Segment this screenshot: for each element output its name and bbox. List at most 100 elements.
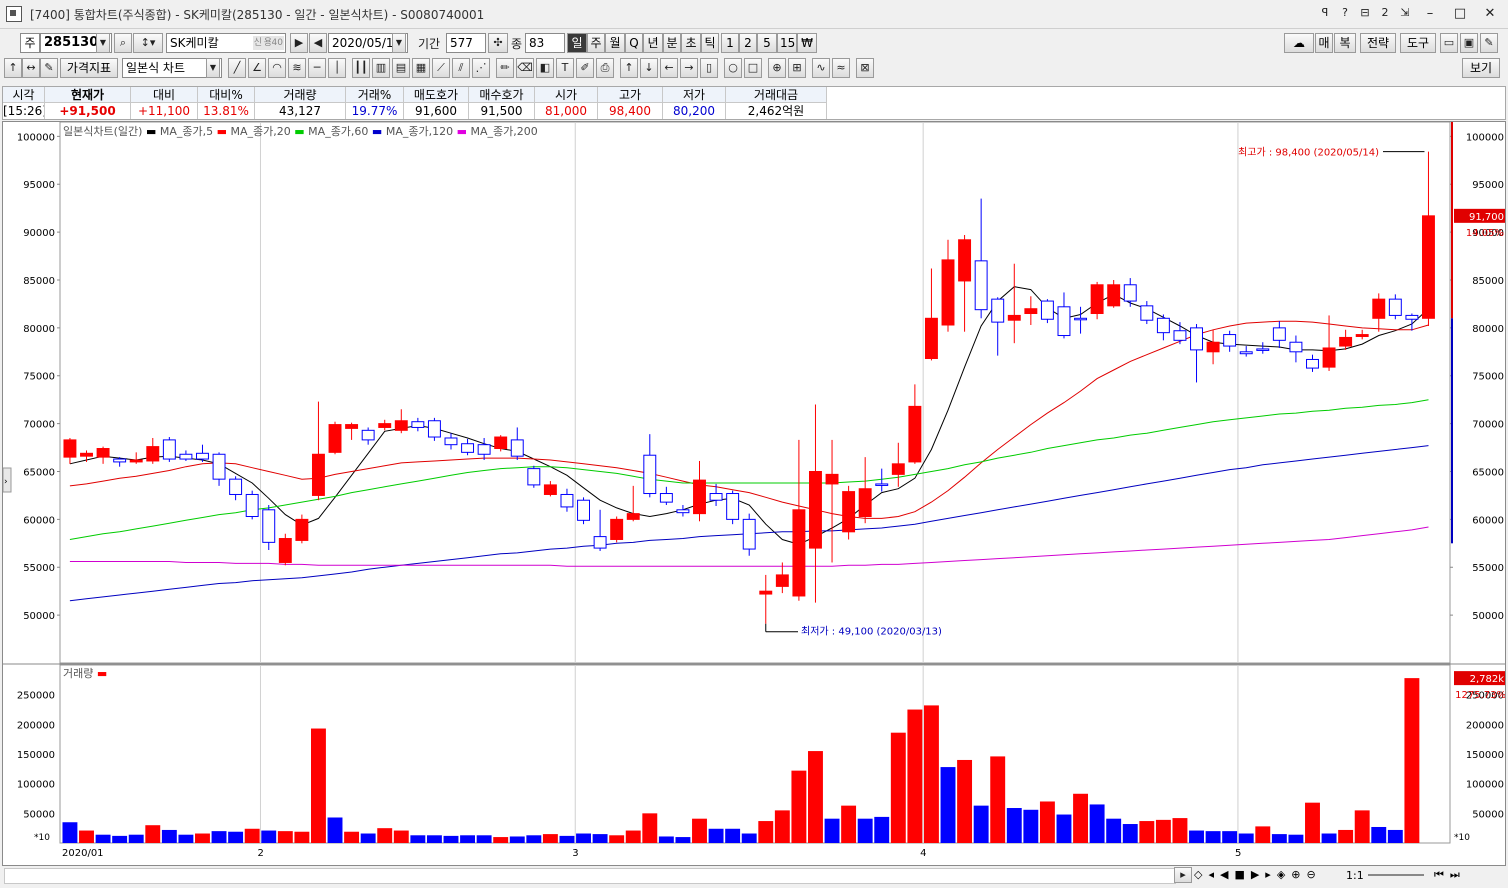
volume-bar (344, 831, 360, 843)
angle-line-icon[interactable]: ∠ (248, 58, 266, 78)
fibo-icon[interactable]: ▤ (392, 58, 410, 78)
vol-tick-label-right: 200000 (1466, 720, 1504, 731)
volume-bar (211, 831, 227, 843)
prev-arrow-icon[interactable]: ◀ (309, 33, 327, 53)
quote-header-6: 매도호가 (404, 87, 469, 103)
tools-button[interactable]: 도구 (1400, 33, 1436, 53)
compound-button[interactable]: 복 (1334, 33, 1356, 53)
volume-bar (178, 834, 194, 843)
market-prefix[interactable]: 주 (20, 33, 40, 53)
y-tick-label-left: 90000 (23, 228, 55, 239)
regression-icon[interactable]: ⟋ (432, 58, 450, 78)
settings-wrench-icon[interactable]: ✎ (1480, 33, 1498, 53)
sort-dropdown-icon[interactable]: ↕▾ (133, 33, 163, 53)
window-option-icon[interactable]: ⇲ (1396, 4, 1414, 22)
interval-tab-9[interactable]: 2 (739, 33, 757, 53)
text-icon[interactable]: T (556, 58, 574, 78)
gann-icon[interactable]: ⋰ (472, 58, 490, 78)
circle-icon[interactable]: ○ (724, 58, 742, 78)
interval-tab-2[interactable]: 월 (605, 33, 625, 53)
page-icon[interactable]: ▯ (700, 58, 718, 78)
pattern-icon[interactable]: ∿ (812, 58, 830, 78)
interval-tab-3[interactable]: Q (625, 33, 643, 53)
horizontal-line-icon[interactable]: ─ (308, 58, 326, 78)
close-button[interactable]: ✕ (1476, 4, 1504, 26)
cloud-icon[interactable]: ☁ (1284, 33, 1314, 53)
playback-controls[interactable]: ◇◂◀■▶▸◈⊕⊖ (1194, 868, 1322, 881)
pencil-icon[interactable]: ✏ (496, 58, 514, 78)
note-icon[interactable]: ✐ (576, 58, 594, 78)
help-icon[interactable]: ? (1336, 4, 1354, 22)
period-input[interactable]: 577 (446, 33, 486, 53)
interval-tab-5[interactable]: 분 (663, 33, 681, 53)
cycle-lines-icon[interactable]: ┃┃ (352, 58, 370, 78)
vol-tick-label-left: 100000 (17, 780, 55, 791)
arc-icon[interactable]: ◠ (268, 58, 286, 78)
fan-icon[interactable]: ≋ (288, 58, 306, 78)
maximize-button[interactable]: □ (1446, 4, 1474, 26)
help-link-icon[interactable]: ꟼ (1316, 4, 1334, 22)
x-tick-label: 4 (920, 848, 926, 859)
right-icon[interactable]: → (680, 58, 698, 78)
scroll-end-controls[interactable]: ⏮⏭ (1434, 868, 1466, 882)
close-tool-icon[interactable]: ⊠ (856, 58, 874, 78)
window-link-icon[interactable]: ⊟ (1356, 4, 1374, 22)
zoom-slider[interactable] (1368, 874, 1424, 876)
interval-tab-10[interactable]: 5 (757, 33, 777, 53)
up-icon[interactable]: ↑ (620, 58, 638, 78)
window-number-icon[interactable]: 2 (1376, 4, 1394, 22)
chart-type-dropdown-icon[interactable]: ▼ (206, 58, 220, 78)
save-icon[interactable]: ▣ (1460, 33, 1478, 53)
candle-body (974, 260, 988, 311)
minimize-button[interactable]: – (1416, 4, 1444, 26)
vertical-line-icon[interactable]: │ (328, 58, 346, 78)
vol-tick-label-right: 100000 (1466, 780, 1504, 791)
left-icon[interactable]: ← (660, 58, 678, 78)
interval-tab-1[interactable]: 주 (587, 33, 605, 53)
indicator-button[interactable]: 가격지표 (60, 58, 118, 78)
volume-bar (957, 759, 973, 843)
interval-tab-12[interactable]: ₩ (797, 33, 817, 53)
parallel-icon[interactable]: ⫽ (452, 58, 470, 78)
date-dropdown-icon[interactable]: ▼ (392, 33, 406, 53)
edit-icon[interactable]: ✎ (40, 58, 58, 78)
trend-line-icon[interactable]: ╱ (228, 58, 246, 78)
titlebar-buttons: ꟼ ? ⊟ 2 ⇲ – □ ✕ (1316, 4, 1504, 26)
grid-lines-icon[interactable]: ▥ (372, 58, 390, 78)
color-icon[interactable]: ◧ (536, 58, 554, 78)
interval-tab-6[interactable]: 초 (681, 33, 701, 53)
rect-icon[interactable]: □ (744, 58, 762, 78)
scroll-right-icon[interactable]: ▸ (1174, 867, 1192, 883)
eraser-icon[interactable]: ⌫ (516, 58, 534, 78)
open-folder-icon[interactable]: ▭ (1440, 33, 1458, 53)
interval-tab-11[interactable]: 15 (777, 33, 797, 53)
next-arrow-icon[interactable]: ▶ (290, 33, 308, 53)
export-icon[interactable]: ⎙ (596, 58, 614, 78)
strategy-button[interactable]: 전략 (1360, 33, 1396, 53)
horizontal-scrollbar[interactable] (4, 868, 1176, 884)
zoom-icon[interactable]: ⊕ (768, 58, 786, 78)
trade-button[interactable]: 매 (1315, 33, 1333, 53)
expand-icon[interactable]: ↔ (22, 58, 40, 78)
down-icon[interactable]: ↓ (640, 58, 658, 78)
interval-tab-0[interactable]: 일 (567, 33, 587, 53)
y-tick-label-left: 85000 (23, 276, 55, 287)
view-button[interactable]: 보기 (1462, 58, 1500, 78)
period-spin-icon[interactable]: ✣ (488, 33, 508, 53)
code-dropdown-icon[interactable]: ▼ (96, 33, 110, 53)
interval-tab-7[interactable]: 틱 (701, 33, 719, 53)
count-input[interactable]: 83 (525, 33, 565, 53)
candle-body (1339, 336, 1353, 347)
candle-body (229, 478, 243, 495)
wave-icon[interactable]: ≈ (832, 58, 850, 78)
interval-tab-8[interactable]: 1 (721, 33, 739, 53)
zoom-area-icon[interactable]: ⊞ (788, 58, 806, 78)
channel-icon[interactable]: ▦ (412, 58, 430, 78)
search-icon[interactable]: ⌕ (114, 33, 132, 53)
price-pct: 14.05% (1466, 228, 1504, 239)
interval-tab-4[interactable]: 년 (643, 33, 663, 53)
candle-body (659, 493, 673, 503)
up-arrow-icon[interactable]: ↑ (4, 58, 22, 78)
candle-body (427, 420, 441, 438)
candle-body (676, 509, 690, 514)
